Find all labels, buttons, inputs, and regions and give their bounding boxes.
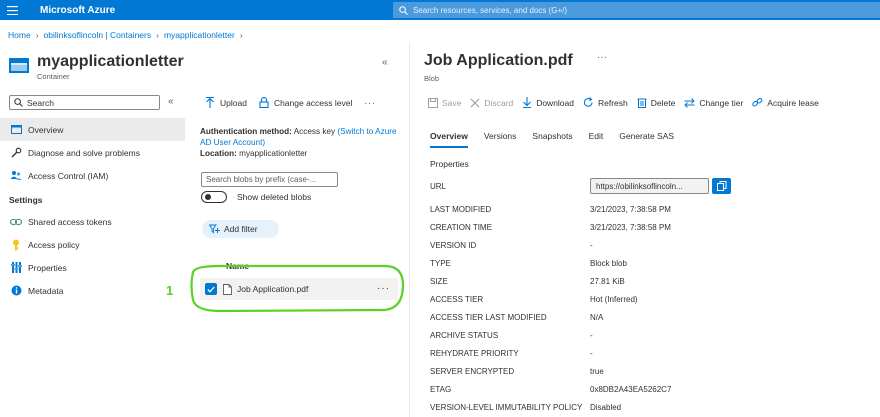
acquire-lease-label: Acquire lease — [767, 97, 819, 108]
property-value: 3/21/2023, 7:38:58 PM — [590, 204, 671, 214]
save-button[interactable]: Save — [428, 97, 462, 108]
swap-icon — [684, 97, 699, 108]
discard-label: Discard — [484, 97, 514, 108]
property-value: - — [590, 330, 593, 340]
property-row: ACCESS TIER Hot (Inferred) — [430, 290, 638, 308]
change-tier-button[interactable]: Change tier — [684, 98, 743, 108]
blob-title: Job Application.pdf — [424, 52, 573, 69]
more-options-icon[interactable]: ··· — [597, 52, 607, 63]
delete-button[interactable]: Delete — [637, 97, 676, 108]
tab-snapshots[interactable]: Snapshots — [532, 131, 572, 148]
tab-versions[interactable]: Versions — [484, 131, 517, 148]
link-icon — [752, 97, 767, 108]
blob-toolbar: Save Discard Download Refresh Delete Cha… — [428, 97, 828, 108]
download-button[interactable]: Download — [522, 97, 574, 108]
property-row: ARCHIVE STATUS - — [430, 326, 593, 344]
blob-details-panel: Job Application.pdf ··· Blob Save Discar… — [410, 42, 880, 417]
tab-overview[interactable]: Overview — [430, 131, 468, 148]
download-label: Download — [536, 97, 574, 108]
property-key: VERSION ID — [430, 240, 477, 250]
property-key: CREATION TIME — [430, 222, 492, 232]
property-row: REHYDRATE PRIORITY - — [430, 344, 593, 362]
tab-edit[interactable]: Edit — [589, 131, 604, 148]
refresh-label: Refresh — [598, 97, 628, 108]
property-key: SIZE — [430, 276, 448, 286]
property-value: Disabled — [590, 402, 622, 412]
discard-button[interactable]: Discard — [470, 98, 513, 108]
blob-tabs: Overview Versions Snapshots Edit Generat… — [430, 131, 690, 148]
property-row: TYPE Block blob — [430, 254, 627, 272]
property-row: SIZE 27.81 KiB — [430, 272, 625, 290]
url-row: URL https://obilinksoflincoln... — [430, 177, 731, 195]
annotation-circle-1 — [190, 264, 405, 313]
annotation-mark-1: 1 — [166, 283, 174, 298]
property-key: ACCESS TIER — [430, 294, 484, 304]
property-row: VERSION-LEVEL IMMUTABILITY POLICY Disable… — [430, 398, 621, 416]
property-row: ETAG 0x8DB2A43EA5262C7 — [430, 380, 671, 398]
save-label: Save — [442, 97, 462, 108]
property-value: 0x8DB2A43EA5262C7 — [590, 384, 672, 394]
close-icon — [470, 98, 484, 108]
copy-icon — [716, 181, 727, 191]
delete-label: Delete — [650, 97, 676, 108]
property-key: ARCHIVE STATUS — [430, 330, 499, 340]
save-icon — [428, 97, 442, 108]
property-key: ETAG — [430, 384, 452, 394]
property-key: LAST MODIFIED — [430, 204, 492, 214]
properties-header: Properties — [430, 159, 469, 169]
property-key: TYPE — [430, 258, 451, 268]
blob-subtitle: Blob — [424, 74, 440, 83]
property-value: - — [590, 348, 593, 358]
property-row: SERVER ENCRYPTED true — [430, 362, 604, 380]
property-row: VERSION ID - — [430, 236, 593, 254]
property-value: Hot (Inferred) — [590, 294, 638, 304]
property-value: N/A — [590, 312, 604, 322]
refresh-button[interactable]: Refresh — [583, 97, 628, 108]
trash-icon — [637, 97, 651, 108]
url-field[interactable]: https://obilinksoflincoln... — [590, 178, 709, 194]
property-row: ACCESS TIER LAST MODIFIED N/A — [430, 308, 603, 326]
property-value: 27.81 KiB — [590, 276, 625, 286]
download-icon — [522, 97, 536, 108]
acquire-lease-button[interactable]: Acquire lease — [752, 97, 819, 108]
property-value: Block blob — [590, 258, 627, 268]
property-key: VERSION-LEVEL IMMUTABILITY POLICY — [430, 402, 583, 412]
property-key: REHYDRATE PRIORITY — [430, 348, 519, 358]
url-label: URL — [430, 181, 447, 191]
tab-generate-sas[interactable]: Generate SAS — [619, 131, 674, 148]
change-tier-label: Change tier — [699, 97, 744, 108]
property-row: CREATION TIME 3/21/2023, 7:38:58 PM — [430, 218, 671, 236]
copy-button[interactable] — [712, 178, 731, 194]
refresh-icon — [583, 97, 598, 108]
property-value: 3/21/2023, 7:38:58 PM — [590, 222, 671, 232]
property-value: true — [590, 366, 604, 376]
property-key: ACCESS TIER LAST MODIFIED — [430, 312, 547, 322]
property-key: SERVER ENCRYPTED — [430, 366, 515, 376]
property-value: - — [590, 240, 593, 250]
property-row: LAST MODIFIED 3/21/2023, 7:38:58 PM — [430, 200, 671, 218]
